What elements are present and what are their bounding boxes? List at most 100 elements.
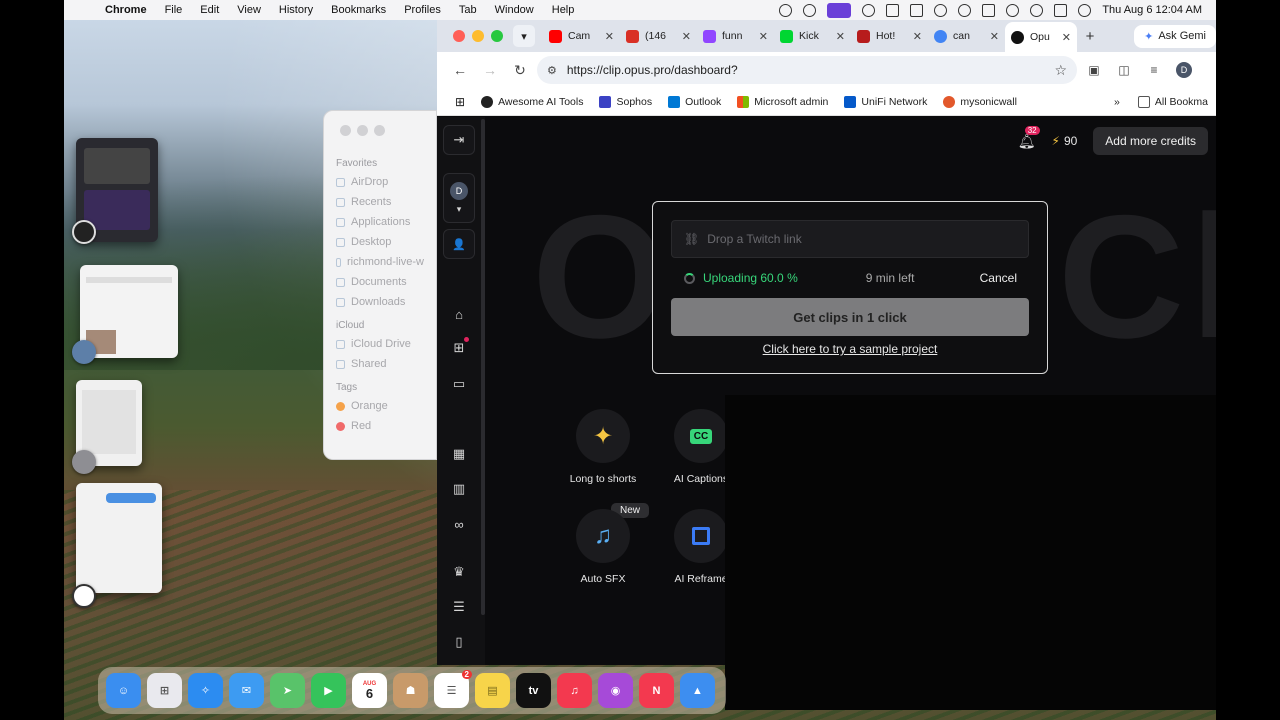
bookmark-item[interactable]: Outlook <box>660 95 729 108</box>
dock-tv[interactable]: tv <box>516 673 551 708</box>
invite-member-button[interactable]: 👤 <box>443 229 475 259</box>
brand-template-nav-button[interactable]: ♛ <box>443 557 475 587</box>
launcher-icon[interactable] <box>886 3 900 17</box>
projects-nav-button[interactable]: ▭ <box>443 369 475 399</box>
sidebar-scrollbar[interactable] <box>481 119 485 615</box>
bookmark-item[interactable]: Sophos <box>591 95 660 108</box>
tab-youtube[interactable]: Cam ✕ <box>543 23 620 49</box>
extension-button[interactable]: ▣ <box>1081 57 1107 83</box>
status-app-icon[interactable] <box>803 3 817 17</box>
close-icon[interactable]: ✕ <box>759 30 768 43</box>
dock-safari[interactable]: ✧ <box>188 673 223 708</box>
tab-mail[interactable]: (146 ✕ <box>620 23 697 49</box>
new-tab-button[interactable]: + <box>1077 28 1103 45</box>
finder-item-downloads[interactable]: Downloads <box>324 292 436 312</box>
dock-reminders[interactable]: ☰ 2 <box>434 670 472 708</box>
cloud-icon[interactable] <box>862 3 876 17</box>
dock-maps[interactable]: ➤ <box>270 673 305 708</box>
finder-item-shared[interactable]: Shared <box>324 354 436 374</box>
finder-item-folder[interactable]: richmond-live-w <box>324 252 436 272</box>
dock-podcasts[interactable]: ◉ <box>598 673 633 708</box>
sample-project-link[interactable]: Click here to try a sample project <box>653 342 1047 356</box>
menu-bookmarks[interactable]: Bookmarks <box>322 4 395 16</box>
dock-news[interactable]: N <box>639 673 674 708</box>
menu-app-name[interactable]: Chrome <box>96 4 156 16</box>
video-link-input[interactable]: ⛓ Drop a Twitch link <box>671 220 1029 258</box>
dock-notes[interactable]: ▤ <box>475 673 510 708</box>
profile-button[interactable]: D <box>1171 57 1197 83</box>
site-info-icon[interactable]: ⚙ <box>547 64 557 77</box>
tools-nav-button[interactable]: ⊞ <box>443 333 475 363</box>
window-icon[interactable] <box>910 3 924 17</box>
finder-item-recents[interactable]: Recents <box>324 192 436 212</box>
battery-icon[interactable] <box>982 3 996 17</box>
address-bar[interactable]: ⚙ https://clip.opus.pro/dashboard? ☆ <box>537 56 1077 84</box>
menu-history[interactable]: History <box>270 4 322 16</box>
workspace-switcher[interactable]: D ▾ <box>443 173 475 223</box>
tab-opus-active[interactable]: Opu ✕ <box>1005 22 1077 52</box>
reload-button[interactable]: ↻ <box>507 57 533 83</box>
bookmark-item[interactable]: Microsoft admin <box>729 95 836 108</box>
menu-clock[interactable]: Thu Aug 6 12:04 AM <box>1102 4 1202 16</box>
close-icon[interactable]: ✕ <box>836 30 845 43</box>
close-icon[interactable]: ✕ <box>913 30 922 43</box>
media-control-button[interactable]: ≡ <box>1141 57 1167 83</box>
dock-calendar[interactable]: AUG 6 <box>352 673 387 708</box>
dock-contacts[interactable]: ☗ <box>393 673 428 708</box>
finder-tag-red[interactable]: Red <box>324 416 436 436</box>
dock-music[interactable]: ♫ <box>557 673 592 708</box>
ask-gemini-button[interactable]: ✦ Ask Gemi <box>1134 24 1216 48</box>
notifications-button[interactable]: 🔔︎ 32 <box>1018 125 1040 150</box>
close-icon[interactable]: ✕ <box>990 30 999 43</box>
add-credits-button[interactable]: Add more credits <box>1093 127 1208 155</box>
analytics-nav-button[interactable]: ▥ <box>443 474 475 504</box>
menu-help[interactable]: Help <box>543 4 584 16</box>
tab-google[interactable]: can ✕ <box>928 23 1005 49</box>
user-icon[interactable] <box>934 3 948 17</box>
menu-edit[interactable]: Edit <box>191 4 228 16</box>
finder-tag-orange[interactable]: Orange <box>324 396 436 416</box>
tab-search-button[interactable]: ▾ <box>513 25 535 47</box>
menu-file[interactable]: File <box>156 4 192 16</box>
close-icon[interactable]: ✕ <box>1062 31 1071 44</box>
all-bookmarks-button[interactable]: All Bookma <box>1130 95 1216 108</box>
url-text[interactable]: https://clip.opus.pro/dashboard? <box>567 63 738 77</box>
close-icon[interactable]: ✕ <box>682 30 691 43</box>
close-icon[interactable]: ✕ <box>605 30 614 43</box>
control-center-icon[interactable] <box>1054 3 1068 17</box>
bookmark-star-icon[interactable]: ☆ <box>1054 62 1067 79</box>
tool-long-to-shorts[interactable]: ✦ Long to shorts <box>558 409 648 485</box>
menu-window[interactable]: Window <box>486 4 543 16</box>
finder-item-documents[interactable]: Documents <box>324 272 436 292</box>
calendar-nav-button[interactable]: ▦ <box>443 439 475 469</box>
menu-tab[interactable]: Tab <box>450 4 486 16</box>
social-accounts-nav-button[interactable]: ∞ <box>443 509 475 539</box>
dock-keynote[interactable]: ▲ <box>680 673 715 708</box>
chatgpt-icon[interactable] <box>779 3 793 17</box>
close-icon[interactable] <box>340 125 351 136</box>
finder-item-icloud-drive[interactable]: iCloud Drive <box>324 334 436 354</box>
menu-view[interactable]: View <box>228 4 270 16</box>
tab-twitch[interactable]: funn ✕ <box>697 23 774 49</box>
tool-auto-sfx[interactable]: ♫ Auto SFX <box>558 509 648 585</box>
finder-item-airdrop[interactable]: AirDrop <box>324 172 436 192</box>
bookmark-item[interactable]: UniFi Network <box>836 95 935 108</box>
forward-button[interactable]: → <box>477 57 503 83</box>
bookmarks-overflow-button[interactable]: » <box>1104 96 1130 108</box>
assets-nav-button[interactable]: ☰ <box>443 592 475 622</box>
stage-thumb-chatgpt[interactable] <box>76 483 162 593</box>
dock-finder[interactable]: ☺ <box>106 673 141 708</box>
dock-launchpad[interactable]: ⊞ <box>147 673 182 708</box>
extensions-menu-button[interactable]: ◫ <box>1111 57 1137 83</box>
menu-profiles[interactable]: Profiles <box>395 4 450 16</box>
cancel-upload-button[interactable]: Cancel <box>980 271 1017 285</box>
dock-mail[interactable]: ✉ <box>229 673 264 708</box>
finder-window[interactable]: Favorites AirDrop Recents Applications D… <box>323 110 437 460</box>
dock-facetime[interactable]: ▶ <box>311 673 346 708</box>
bookmark-item[interactable]: mysonicwall <box>935 95 1025 108</box>
get-clips-button[interactable]: Get clips in 1 click <box>671 298 1029 336</box>
finder-item-desktop[interactable]: Desktop <box>324 232 436 252</box>
bookmark-item[interactable]: Awesome AI Tools <box>473 95 591 108</box>
learn-nav-button[interactable]: ▯ <box>443 627 475 657</box>
wifi-icon[interactable] <box>1006 3 1020 17</box>
